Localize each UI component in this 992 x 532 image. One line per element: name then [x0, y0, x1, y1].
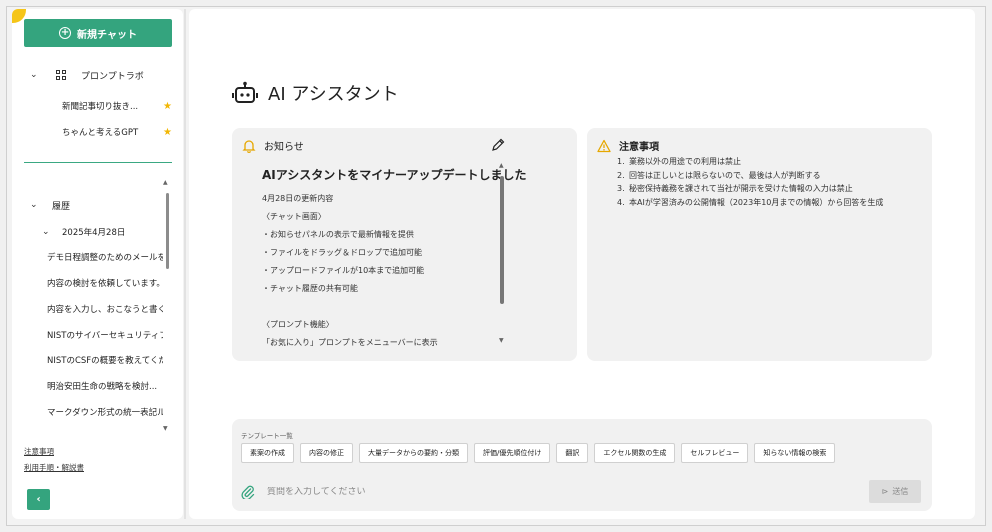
chevron-left-icon: ‹ [36, 494, 41, 505]
notice-line: ・チャット履歴の共有可能 [262, 284, 358, 293]
composer-area: テンプレート一覧 素案の作成 内容の修正 大量データからの要約・分類 評価/優先… [232, 419, 932, 511]
notice-line: 〈プロンプト機能〉 [262, 320, 334, 329]
template-chip[interactable]: セルフレビュー [681, 443, 749, 463]
sidebar: + 新規チャット ⌄ プロンプトラボ 新聞記事切り抜き... ★ ちゃんと考える… [12, 9, 183, 519]
plus-circle-icon: + [59, 27, 72, 39]
send-button[interactable]: ⊳ 送信 [869, 480, 921, 503]
history-toggle[interactable]: ⌄ 履歴 [30, 197, 70, 213]
template-chip[interactable]: 大量データからの要約・分類 [359, 443, 468, 463]
star-icon[interactable]: ★ [163, 127, 172, 138]
template-chip[interactable]: 内容の修正 [300, 443, 353, 463]
favorite-item[interactable]: 新聞記事切り抜き... ★ [62, 97, 172, 115]
page-title-text: AI アシスタント [268, 84, 399, 105]
caution-header: 注意事項 [597, 138, 659, 153]
grid-icon [56, 69, 67, 81]
sidebar-splitter[interactable] [184, 9, 186, 519]
notice-line: ・お知らせパネルの表示で最新情報を提供 [262, 230, 414, 239]
notice-line: 4月28日の更新内容 [262, 194, 334, 203]
chevron-down-icon: ⌄ [30, 200, 38, 210]
date-group-toggle[interactable]: ⌄ 2025年4月28日 [42, 224, 125, 240]
favorite-item[interactable]: ちゃんと考えるGPT ★ [62, 123, 172, 141]
notice-line: ・ファイルをドラッグ＆ドロップで追加可能 [262, 248, 422, 257]
input-row [241, 482, 921, 502]
scroll-down-arrow[interactable]: ▼ [499, 337, 504, 344]
history-label: 履歴 [52, 201, 71, 212]
history-item[interactable]: NISTのCSFの概要を教えてくだ... [47, 354, 163, 370]
prompt-lab-toggle[interactable]: ⌄ プロンプトラボ [30, 66, 175, 84]
date-group-label: 2025年4月28日 [62, 228, 126, 238]
collapse-sidebar-button[interactable]: ‹ [27, 489, 50, 510]
notice-content: AIアシスタントをマイナーアップデートしました 4月28日の更新内容 〈チャット… [262, 166, 527, 355]
page-title: AI アシスタント [232, 78, 399, 108]
notice-line: ・アップロードファイルが10本まで追加可能 [262, 266, 425, 275]
bell-icon [242, 139, 256, 153]
caution-header-label: 注意事項 [619, 142, 659, 153]
notice-scrollbar[interactable] [500, 176, 504, 304]
sidebar-scrollbar[interactable] [166, 193, 169, 269]
notice-line [262, 301, 492, 319]
history-item[interactable]: デモ日程調整のためのメールを... [47, 251, 163, 267]
history-item[interactable]: 明治安田生命の戦略を検討... [47, 380, 163, 396]
history-item[interactable]: 内容を入力し、おこなうと書くこ... [47, 303, 163, 319]
star-icon[interactable]: ★ [163, 101, 172, 112]
manual-link[interactable]: 利用手順・解説書 [24, 462, 84, 473]
caution-item: 3. 秘密保持義務を課されて当社が開示を受けた情報の入力は禁止 [617, 184, 853, 193]
notice-line: 「お気に入り」プロンプトをメニューバーに表示 [262, 338, 438, 347]
caution-link[interactable]: 注意事項 [24, 446, 54, 457]
notice-panel: お知らせ AIアシスタントをマイナーアップデートしました 4月28日の更新内容 … [232, 128, 577, 361]
chevron-down-icon: ⌄ [30, 70, 38, 80]
scroll-down-arrow[interactable]: ▼ [163, 425, 168, 432]
template-list-label: テンプレート一覧 [241, 432, 293, 440]
notice-line: 〈チャット画面〉 [262, 212, 326, 221]
template-chip[interactable]: エクセル関数の生成 [594, 443, 676, 463]
send-icon: ⊳ [881, 487, 889, 496]
sidebar-divider [24, 162, 172, 163]
favorite-label: 新聞記事切り抜き... [62, 102, 139, 112]
template-chip[interactable]: 翻訳 [556, 443, 589, 463]
template-chip[interactable]: 知らない情報の検索 [754, 443, 836, 463]
send-label: 送信 [892, 487, 909, 496]
template-chip[interactable]: 評価/優先順位付け [474, 443, 551, 463]
scroll-up-arrow[interactable]: ▲ [499, 162, 504, 169]
history-item[interactable]: NISTのサイバーセキュリティフレー... [47, 329, 163, 345]
paperclip-icon[interactable] [241, 485, 255, 499]
new-chat-button[interactable]: + 新規チャット [24, 19, 172, 47]
caution-panel: 注意事項 1. 業務以外の用途での利用は禁止 2. 回答は正しいとは限らないので、最… [587, 128, 932, 361]
chevron-down-icon: ⌄ [42, 227, 50, 237]
caution-item: 1. 業務以外の用途での利用は禁止 [617, 157, 741, 166]
robot-icon [232, 81, 258, 103]
history-item[interactable]: マークダウン形式の統一表記ル... [47, 406, 163, 422]
template-chip[interactable]: 素案の作成 [241, 443, 294, 463]
pencil-icon[interactable] [491, 138, 505, 152]
scroll-up-arrow[interactable]: ▲ [163, 179, 168, 186]
caution-list: 1. 業務以外の用途での利用は禁止 2. 回答は正しいとは限らないので、最後は人が判… [617, 156, 883, 210]
warning-icon [597, 139, 611, 152]
prompt-lab-label: プロンプトラボ [81, 71, 144, 82]
question-input[interactable] [267, 487, 827, 497]
caution-item: 4. 本AIが学習済みの公開情報（2023年10月までの情報）から回答を生成 [617, 197, 884, 207]
new-chat-label: 新規チャット [77, 29, 137, 41]
notice-title: AIアシスタントをマイナーアップデートしました [262, 168, 527, 182]
notice-header-label: お知らせ [264, 142, 304, 153]
history-item[interactable]: 内容の検討を依頼しています。 [47, 277, 163, 293]
favorite-label: ちゃんと考えるGPT [62, 128, 139, 138]
caution-item: 2. 回答は正しいとは限らないので、最後は人が判断する [617, 170, 821, 180]
notice-header: お知らせ [242, 138, 304, 153]
template-chips: 素案の作成 内容の修正 大量データからの要約・分類 評価/優先順位付け 翻訳 エ… [241, 443, 836, 463]
